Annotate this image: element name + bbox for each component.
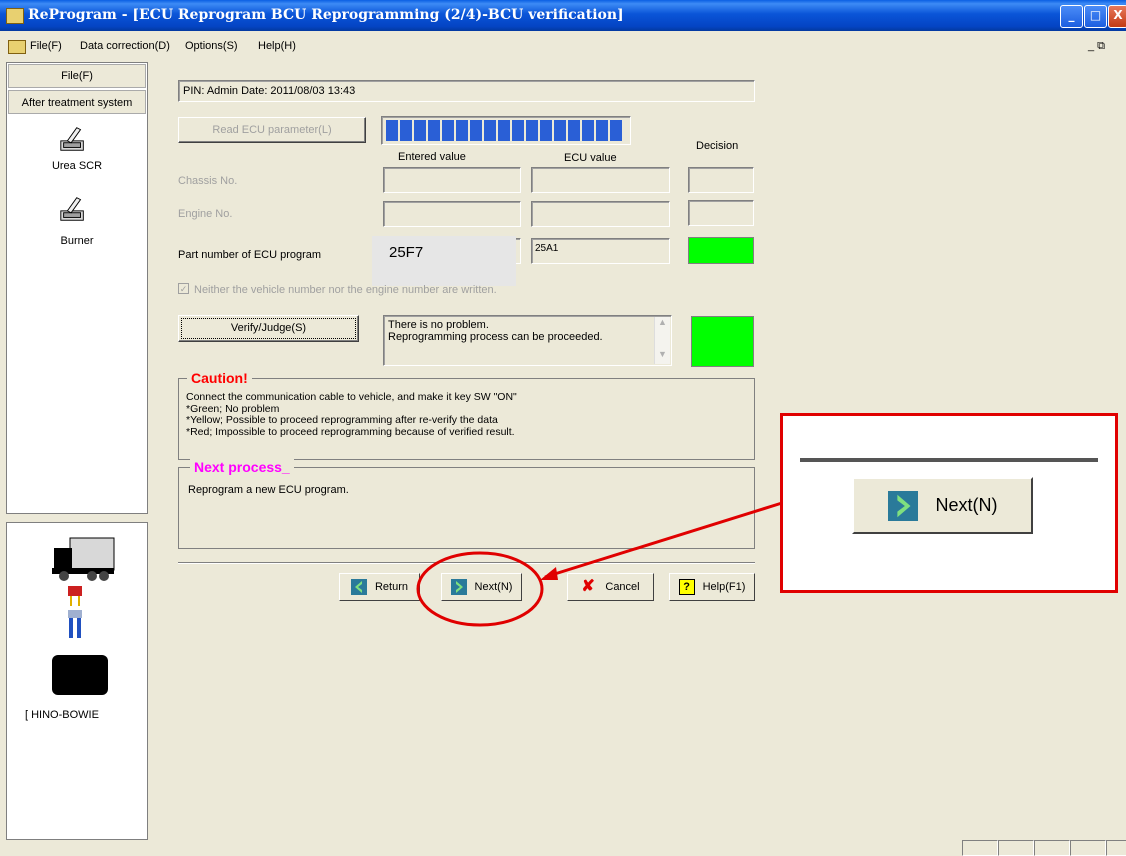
progress-segment xyxy=(512,120,524,141)
result-scrollbar[interactable]: ▲ ▼ xyxy=(654,317,670,364)
result-box: There is no problem. Reprogramming proce… xyxy=(383,315,672,366)
title-bar: ReProgram - [ECU Reprogram BCU Reprogram… xyxy=(0,0,1126,31)
cancel-button[interactable]: ✘ Cancel xyxy=(567,573,654,601)
urea-scr-icon[interactable] xyxy=(58,124,98,156)
progress-segment xyxy=(484,120,496,141)
next-label: Next(N) xyxy=(474,581,513,593)
caution-title: Caution! xyxy=(187,370,252,386)
return-label: Return xyxy=(374,581,409,593)
engine-ecu-field xyxy=(531,201,670,227)
sidebar-file-button[interactable]: File(F) xyxy=(8,64,146,88)
chassis-ecu-field xyxy=(531,167,670,193)
progress-segment xyxy=(386,120,398,141)
progress-bar xyxy=(381,116,631,145)
return-arrow-icon xyxy=(350,579,367,595)
mdi-controls[interactable]: _ ⧉ xyxy=(1088,40,1105,53)
sidebar-item-urea-scr[interactable]: Urea SCR xyxy=(8,160,146,172)
close-button[interactable]: X xyxy=(1108,5,1126,28)
progress-segment xyxy=(582,120,594,141)
scroll-down-icon[interactable]: ▼ xyxy=(655,349,670,364)
callout-arrow-head xyxy=(540,567,558,580)
progress-segment xyxy=(610,120,622,141)
part-ecu-field: 25A1 xyxy=(531,238,670,264)
menu-file[interactable]: File(F) xyxy=(30,40,62,52)
document-icon xyxy=(8,40,26,54)
progress-segment xyxy=(526,120,538,141)
zoomed-next-arrow-icon xyxy=(887,490,918,521)
app-icon xyxy=(6,8,24,24)
progress-segment xyxy=(540,120,552,141)
next-process-text: Reprogram a new ECU program. xyxy=(188,484,349,496)
result-line-1: There is no problem. xyxy=(388,319,489,331)
zoomed-next-label: Next(N) xyxy=(935,495,998,515)
progress-segment xyxy=(554,120,566,141)
burner-icon[interactable] xyxy=(58,194,98,230)
cancel-x-icon: ✘ xyxy=(581,578,595,595)
separator xyxy=(178,562,755,564)
menu-bar: File(F) Data correction(D) Options(S) He… xyxy=(0,31,1126,59)
chassis-decision xyxy=(688,167,754,193)
caution-text: Connect the communication cable to vehic… xyxy=(186,391,517,438)
col-ecu-header: ECU value xyxy=(564,152,617,164)
zoomed-next-button[interactable]: Next(N) xyxy=(852,477,1033,534)
read-ecu-parameter-button[interactable]: Read ECU parameter(L) xyxy=(178,117,366,143)
info-field: PIN: Admin Date: 2011/08/03 13:43 xyxy=(178,80,755,102)
next-process-title: Next process_ xyxy=(190,459,294,475)
result-status-indicator xyxy=(691,316,754,367)
verify-judge-button[interactable]: Verify/Judge(S) xyxy=(178,315,359,342)
next-process-group xyxy=(178,467,755,549)
maximize-button[interactable]: □ xyxy=(1084,5,1107,28)
caution-line: Connect the communication cable to vehic… xyxy=(186,391,517,403)
sidebar-item-burner[interactable]: Burner xyxy=(8,235,146,247)
no-number-checkbox[interactable]: ✓ xyxy=(178,283,189,294)
no-number-checkbox-label: Neither the vehicle number nor the engin… xyxy=(194,284,497,296)
result-line-2: Reprogramming process can be proceeded. xyxy=(388,331,603,343)
connector-socket-icon xyxy=(68,610,82,638)
window-title: ReProgram - [ECU Reprogram BCU Reprogram… xyxy=(28,7,624,23)
truck-icon xyxy=(52,537,115,581)
progress-segment xyxy=(498,120,510,141)
caution-line: *Yellow; Possible to proceed reprogrammi… xyxy=(186,414,498,426)
help-question-icon: ? xyxy=(678,579,695,595)
menu-data-correction[interactable]: Data correction(D) xyxy=(80,40,170,52)
col-decision-header: Decision xyxy=(696,140,739,152)
progress-segment xyxy=(596,120,608,141)
engine-decision xyxy=(688,200,754,226)
cancel-label: Cancel xyxy=(605,581,640,593)
col-entered-header: Entered value xyxy=(398,151,466,163)
menu-help[interactable]: Help(H) xyxy=(258,40,296,52)
caution-line: *Red; Impossible to proceed reprogrammin… xyxy=(186,425,515,438)
status-bar xyxy=(0,838,1126,856)
minimize-button[interactable]: _ xyxy=(1060,5,1083,28)
help-button[interactable]: ? Help(F1) xyxy=(669,573,755,601)
part-entered-value[interactable]: 25F7 xyxy=(372,236,516,286)
part-decision-indicator xyxy=(688,237,754,264)
progress-segment xyxy=(428,120,440,141)
chassis-label: Chassis No. xyxy=(178,175,238,187)
sidebar-category[interactable]: After treatment system xyxy=(8,90,146,114)
progress-segment xyxy=(568,120,580,141)
progress-segment xyxy=(400,120,412,141)
engine-entered-field[interactable] xyxy=(383,201,521,227)
progress-segment xyxy=(414,120,426,141)
next-button[interactable]: Next(N) xyxy=(441,573,522,601)
scroll-up-icon[interactable]: ▲ xyxy=(655,317,670,332)
progress-segment xyxy=(470,120,482,141)
progress-segment xyxy=(442,120,454,141)
device-icon xyxy=(52,655,108,695)
engine-label: Engine No. xyxy=(178,208,233,220)
chassis-entered-field[interactable] xyxy=(383,167,521,193)
menu-options[interactable]: Options(S) xyxy=(185,40,238,52)
connection-label: [ HINO-BOWIE xyxy=(25,709,99,721)
progress-segment xyxy=(456,120,468,141)
part-number-label: Part number of ECU program xyxy=(178,249,322,261)
return-button[interactable]: Return xyxy=(339,573,420,601)
help-label: Help(F1) xyxy=(702,581,746,593)
next-arrow-icon xyxy=(450,579,467,595)
connector-plug-icon xyxy=(68,586,82,606)
